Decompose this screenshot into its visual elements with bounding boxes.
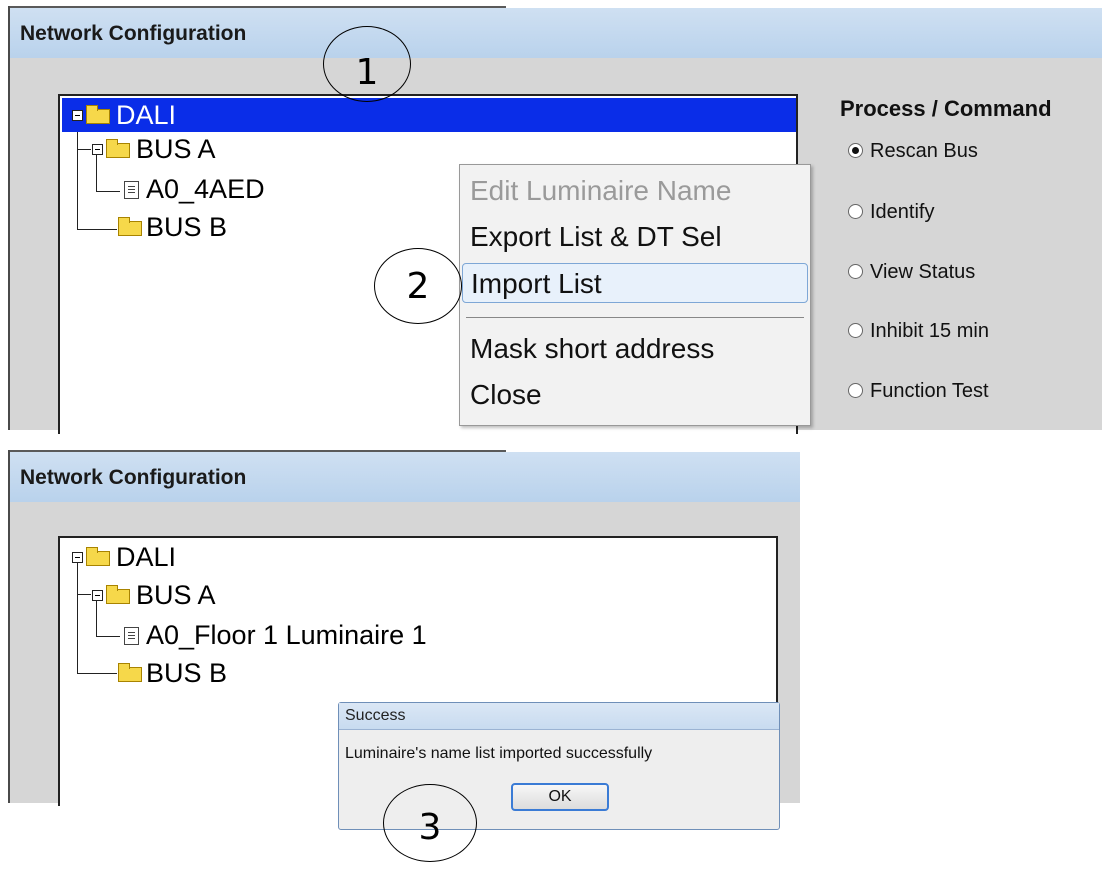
- callout-2: 2: [374, 248, 462, 324]
- tab-header: Network Configuration: [10, 6, 1102, 58]
- tree-node-bus-a[interactable]: BUS A: [62, 578, 462, 612]
- tree-node-dali[interactable]: DALI: [62, 98, 796, 132]
- open-folder-icon: [106, 585, 130, 604]
- tree-node-luminaire[interactable]: A0_Floor 1 Luminaire 1: [62, 618, 662, 652]
- tree-node-bus-b[interactable]: BUS B: [62, 210, 462, 244]
- tab-notch: [506, 6, 1102, 8]
- tree-node-bus-a[interactable]: BUS A: [62, 132, 462, 166]
- dialog-title: Success: [339, 703, 779, 730]
- open-folder-icon: [86, 105, 110, 124]
- tree-node-label: A0_Floor 1 Luminaire 1: [146, 620, 427, 650]
- collapse-icon[interactable]: [72, 552, 83, 563]
- menu-separator: [466, 317, 804, 318]
- ok-button[interactable]: OK: [511, 783, 609, 811]
- radio-label: Inhibit 15 min: [870, 320, 989, 342]
- open-folder-icon: [86, 547, 110, 566]
- tree-node-label: DALI: [116, 100, 177, 130]
- folder-icon: [118, 217, 142, 236]
- radio-label: Function Test: [870, 380, 989, 402]
- radio-button-icon[interactable]: [848, 264, 863, 279]
- collapse-icon[interactable]: [72, 110, 83, 121]
- document-icon: [124, 627, 139, 645]
- tree-node-label: BUS A: [136, 580, 216, 610]
- context-menu: Edit Luminaire Name Export List & DT Sel…: [459, 164, 811, 426]
- tree-node-label: BUS B: [146, 658, 228, 688]
- callout-1: 1: [323, 26, 411, 102]
- radio-button-icon[interactable]: [848, 383, 863, 398]
- collapse-icon[interactable]: [92, 590, 103, 601]
- radio-label: View Status: [870, 261, 976, 283]
- menu-item-import-list[interactable]: Import List: [462, 263, 808, 303]
- tab-notch: [506, 450, 800, 452]
- dialog-message: Luminaire's name list imported successfu…: [345, 745, 653, 762]
- panel-title: Network Configuration: [20, 22, 247, 45]
- tree-node-label: BUS A: [136, 134, 216, 164]
- radio-button-icon[interactable]: [848, 143, 863, 158]
- tree-node-label: DALI: [116, 542, 177, 572]
- tree-node-label: A0_4AED: [146, 174, 265, 204]
- folder-icon: [118, 663, 142, 682]
- panel-title: Network Configuration: [20, 466, 247, 489]
- menu-item-export-list[interactable]: Export List & DT Sel: [460, 217, 810, 257]
- radio-button-icon[interactable]: [848, 323, 863, 338]
- tree-node-label: BUS B: [146, 212, 228, 242]
- process-command-heading: Process / Command: [840, 96, 1052, 121]
- document-icon: [124, 181, 139, 199]
- tree-node-bus-b[interactable]: BUS B: [62, 656, 462, 690]
- tree-node-luminaire[interactable]: A0_4AED: [62, 172, 462, 206]
- open-folder-icon: [106, 139, 130, 158]
- menu-item-mask-short-address[interactable]: Mask short address: [460, 329, 810, 369]
- radio-button-icon[interactable]: [848, 204, 863, 219]
- menu-item-close[interactable]: Close: [460, 375, 810, 415]
- menu-item-edit-luminaire-name: Edit Luminaire Name: [470, 175, 732, 206]
- collapse-icon[interactable]: [92, 144, 103, 155]
- radio-label: Identify: [870, 201, 935, 223]
- tab-header: Network Configuration: [10, 450, 800, 502]
- callout-3: 3: [383, 784, 477, 862]
- tree-node-dali[interactable]: DALI: [62, 540, 462, 574]
- radio-label: Rescan Bus: [870, 140, 978, 162]
